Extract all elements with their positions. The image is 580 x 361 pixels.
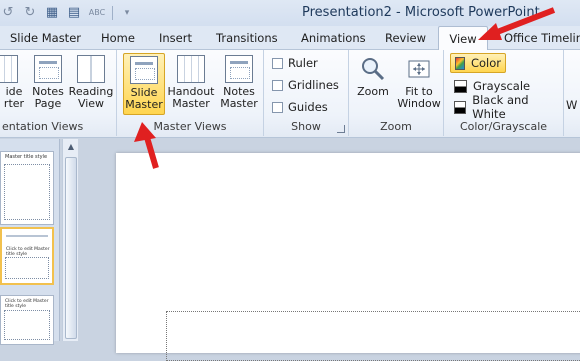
thumbnail-scrollbar[interactable]: ▲ xyxy=(62,139,78,341)
callout-arrow-view-tab-icon xyxy=(478,7,556,40)
thumbnail-2-content-box xyxy=(5,257,49,279)
customize-icon[interactable]: ▾ xyxy=(119,5,135,21)
slide-master-button[interactable]: Slide Master xyxy=(123,53,165,115)
thumbnail-2-rule xyxy=(6,235,48,237)
ribbon: ide rter Notes Page Reading View entatio… xyxy=(0,50,580,138)
black-white-swatch-icon xyxy=(454,100,467,114)
thumbnail-slide-2[interactable]: Click to edit Master title style xyxy=(0,227,54,285)
tab-home[interactable]: Home xyxy=(97,26,139,50)
color-label: Color xyxy=(470,56,501,70)
handout-master-button[interactable]: Handout Master xyxy=(167,53,215,115)
black-and-white-label: Black and White xyxy=(472,93,529,121)
tab-review[interactable]: Review xyxy=(381,26,430,50)
handout-master-icon xyxy=(177,55,205,83)
guides-label: Guides xyxy=(288,100,328,114)
color-swatch-icon xyxy=(455,56,465,70)
group-show: Ruler Gridlines Guides Show xyxy=(264,50,349,136)
reading-view-label-2: View xyxy=(77,97,105,110)
fit-to-window-button[interactable]: Fit to Window xyxy=(395,53,443,115)
layout-icon[interactable]: ▦ xyxy=(44,5,60,21)
scrollbar-thumb[interactable] xyxy=(65,157,77,339)
notes-page-icon xyxy=(34,55,62,83)
content-placeholder[interactable] xyxy=(166,311,580,361)
slide-master-canvas[interactable] xyxy=(116,153,580,361)
group-label-zoom: Zoom xyxy=(380,120,412,133)
fit-to-window-icon xyxy=(405,55,433,83)
scroll-up-icon[interactable]: ▲ xyxy=(65,142,77,152)
guides-checkbox-box[interactable] xyxy=(272,101,283,113)
notes-master-label-2: Master xyxy=(220,97,258,110)
black-and-white-button[interactable]: Black and White xyxy=(450,93,563,121)
slide-sorter-label-2: rter xyxy=(3,97,25,110)
slide-master-icon xyxy=(130,56,158,84)
fit-to-window-label-2: Window xyxy=(397,97,441,110)
reading-view-icon xyxy=(77,55,105,83)
magnifier-icon xyxy=(359,55,387,83)
notes-page-label-2: Page xyxy=(34,97,62,110)
tab-transitions[interactable]: Transitions xyxy=(212,26,282,50)
tab-animations[interactable]: Animations xyxy=(297,26,370,50)
reading-view-button[interactable]: Reading View xyxy=(68,53,114,115)
zoom-label: Zoom xyxy=(357,85,389,98)
thumbnail-slide-1[interactable]: Master title style xyxy=(0,151,54,225)
grayscale-label: Grayscale xyxy=(473,79,531,93)
qat-separator xyxy=(112,6,113,20)
group-label-presentation-views: entation Views xyxy=(2,120,84,133)
zoom-button[interactable]: Zoom xyxy=(351,53,395,115)
slide-sorter-button[interactable]: ide rter xyxy=(0,53,26,115)
quick-access-toolbar: ↺ ↻ ▦ ▤ ABC ▾ xyxy=(0,3,135,23)
gridlines-checkbox[interactable]: Gridlines xyxy=(272,76,339,94)
undo-icon[interactable]: ↺ xyxy=(0,5,16,21)
ruler-checkbox[interactable]: Ruler xyxy=(272,54,318,72)
tab-insert[interactable]: Insert xyxy=(155,26,196,50)
ruler-checkbox-box[interactable] xyxy=(272,57,283,69)
group-zoom: Zoom Fit to Window Zoom xyxy=(349,50,444,136)
show-dialog-launcher-icon[interactable] xyxy=(337,125,345,133)
table-icon[interactable]: ▤ xyxy=(66,5,82,21)
group-label-color-grayscale: Color/Grayscale xyxy=(459,120,548,133)
ruler-label: Ruler xyxy=(288,56,318,70)
slide-thumbnail-panel: Master title style Click to edit Master … xyxy=(0,139,60,345)
notes-page-button[interactable]: Notes Page xyxy=(26,53,70,115)
grayscale-swatch-icon xyxy=(454,79,467,93)
color-button[interactable]: Color xyxy=(450,53,506,73)
callout-arrow-slide-master-icon xyxy=(134,122,159,169)
thumbnail-3-content-box xyxy=(4,310,50,340)
gridlines-label: Gridlines xyxy=(288,78,339,92)
notes-master-button[interactable]: Notes Master xyxy=(217,53,261,115)
partial-window-group-label: W xyxy=(566,98,578,112)
group-label-show: Show xyxy=(291,120,321,133)
gridlines-checkbox-box[interactable] xyxy=(272,79,283,91)
thumbnail-slide-3[interactable]: Click to edit Master title style xyxy=(0,295,54,345)
notes-master-icon xyxy=(225,55,253,83)
thumbnail-1-title: Master title style xyxy=(5,154,48,160)
group-color-grayscale: Color Grayscale Black and White Color/Gr… xyxy=(444,50,564,136)
thumbnail-1-content-box xyxy=(4,164,50,220)
group-presentation-views: ide rter Notes Page Reading View entatio… xyxy=(0,50,117,136)
slide-master-label-2: Master xyxy=(125,98,163,111)
redo-icon[interactable]: ↻ xyxy=(22,5,38,21)
slide-sorter-icon xyxy=(0,55,18,83)
handout-master-label-2: Master xyxy=(172,97,210,110)
spelling-icon[interactable]: ABC xyxy=(88,5,106,21)
tab-slide-master[interactable]: Slide Master xyxy=(6,26,85,50)
thumbnail-3-title: Click to edit Master title style xyxy=(5,299,49,309)
guides-checkbox[interactable]: Guides xyxy=(272,98,328,116)
thumbnail-2-title: Click to edit Master title style xyxy=(6,247,50,257)
